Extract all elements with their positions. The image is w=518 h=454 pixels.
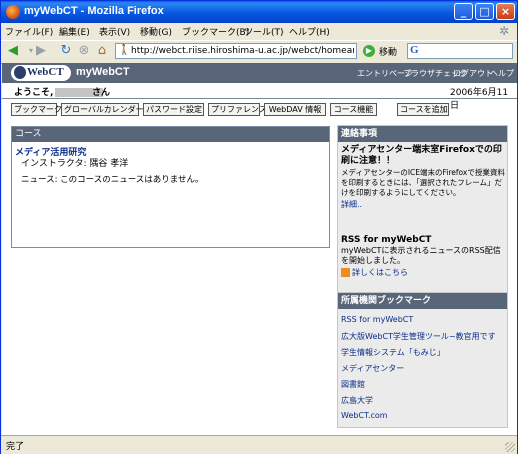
bookmarks-button[interactable]: ブックマーク: [11, 103, 62, 116]
forward-icon[interactable]: ▶: [33, 43, 49, 59]
rss-body: myWebCTに表示されるニュースのRSS配信を開始しました。: [341, 246, 501, 265]
menu-bookmarks[interactable]: ブックマーク(B): [182, 25, 249, 38]
add-course-button[interactable]: コースを追加: [397, 103, 449, 116]
title-bar: myWebCT - Mozilla Firefox _ □ ×: [1, 1, 517, 23]
notice-details-link[interactable]: 詳細..: [341, 199, 362, 210]
back-icon[interactable]: ◀: [5, 43, 21, 59]
url-bar[interactable]: 🚶: [115, 43, 357, 59]
minimize-button[interactable]: _: [454, 3, 473, 20]
throbber-icon: ✲: [498, 24, 510, 38]
reload-icon[interactable]: ↻: [58, 43, 74, 59]
header-divider: [2, 98, 517, 99]
bookmarks-panel: 所属機関ブックマーク RSS for myWebCT 広大版WebCT学生管理ツ…: [337, 292, 508, 428]
bookmarks-header: 所属機関ブックマーク: [338, 293, 507, 309]
preferences-button[interactable]: プリファレンス: [208, 103, 267, 116]
menu-go[interactable]: 移動(G): [140, 25, 172, 38]
bookmark-link[interactable]: 広島大学: [341, 395, 373, 406]
bookmark-link[interactable]: WebCT.com: [341, 411, 388, 420]
brand-title: myWebCT: [76, 66, 130, 78]
rss-title: RSS for myWebCT: [341, 235, 432, 245]
stop-icon[interactable]: ⊗: [76, 43, 92, 59]
search-box[interactable]: G: [407, 43, 513, 59]
link-help[interactable]: ヘルプ: [490, 68, 514, 79]
menu-file[interactable]: ファイル(F): [5, 25, 53, 38]
webdav-info-button[interactable]: WebDAV 情報: [264, 103, 326, 116]
page-content: WebCT myWebCT エントリページ ブラウザチェック ログアウト ヘルプ…: [2, 63, 517, 435]
course-panel-header: コース: [12, 127, 329, 142]
status-text: 完了: [6, 442, 25, 452]
bookmark-link[interactable]: 広大版WebCT学生管理ツール−教官用です: [341, 331, 496, 342]
link-logout[interactable]: ログアウト: [453, 68, 493, 79]
url-input[interactable]: [131, 45, 354, 57]
menu-help[interactable]: ヘルプ(H): [289, 25, 330, 38]
webct-header: WebCT myWebCT エントリページ ブラウザチェック ログアウト ヘルプ: [2, 63, 517, 83]
menu-tools[interactable]: ツール(T): [244, 25, 284, 38]
bookmark-link[interactable]: 学生情報システム「もみじ」: [341, 347, 445, 358]
firefox-icon: [6, 5, 20, 19]
password-settings-button[interactable]: パスワード設定: [143, 103, 204, 116]
greeting-prefix: ようこそ,: [14, 88, 54, 98]
course-panel: コース メディア活用研究 インストラクタ: 隅谷 孝洋 ニュース: このコースの…: [11, 126, 330, 248]
course-news: ニュース: このコースのニュースはありません。: [21, 175, 204, 185]
menu-edit[interactable]: 編集(E): [59, 25, 90, 38]
page-icon: 🚶: [118, 45, 131, 56]
menu-view[interactable]: 表示(V): [99, 25, 130, 38]
google-search-icon: G: [410, 44, 419, 56]
go-label: 移動: [379, 48, 398, 58]
browser-window: myWebCT - Mozilla Firefox _ □ × ファイル(F) …: [0, 0, 518, 454]
webct-logo-text: WebCT: [27, 66, 64, 78]
webct-logo-mark: [14, 66, 26, 79]
global-calendar-button[interactable]: グローバルカレンダー: [61, 103, 144, 116]
notice-body: メディアセンターのICE端末のFirefoxで授業資料を印刷するときには、「選択…: [341, 168, 505, 197]
rss-more-link[interactable]: 詳しくはこちら: [341, 267, 408, 278]
close-button[interactable]: ×: [496, 3, 515, 20]
home-icon[interactable]: ⌂: [94, 43, 110, 59]
status-bar: 完了: [1, 435, 517, 454]
rss-more-label: 詳しくはこちら: [352, 268, 408, 277]
go-button[interactable]: ▶ 移動: [363, 44, 407, 59]
bookmark-link[interactable]: RSS for myWebCT: [341, 315, 413, 324]
greeting-suffix: さん: [92, 88, 111, 98]
resize-grip-icon[interactable]: [505, 442, 515, 452]
notice-title: メディアセンター端末室Firefoxでの印刷に注意！！: [341, 145, 502, 166]
navigation-toolbar: ◀ ▾ ▶ ↻ ⊗ ⌂ 🚶 ▾ ▶ 移動 G: [1, 40, 517, 64]
window-title: myWebCT - Mozilla Firefox: [24, 5, 164, 17]
webct-logo: WebCT: [11, 65, 71, 81]
maximize-button[interactable]: □: [475, 3, 494, 20]
rss-icon: [341, 268, 350, 277]
course-instructor: インストラクタ: 隅谷 孝洋: [21, 159, 129, 169]
bookmark-link[interactable]: 図書館: [341, 379, 365, 390]
course-functions-button[interactable]: コース機能: [330, 103, 377, 116]
notices-header: 連絡事項: [338, 126, 507, 142]
go-arrow-icon: ▶: [363, 45, 375, 57]
menu-bar: ファイル(F) 編集(E) 表示(V) 移動(G) ブックマーク(B) ツール(…: [1, 23, 517, 40]
bookmark-link[interactable]: メディアセンター: [341, 363, 404, 374]
